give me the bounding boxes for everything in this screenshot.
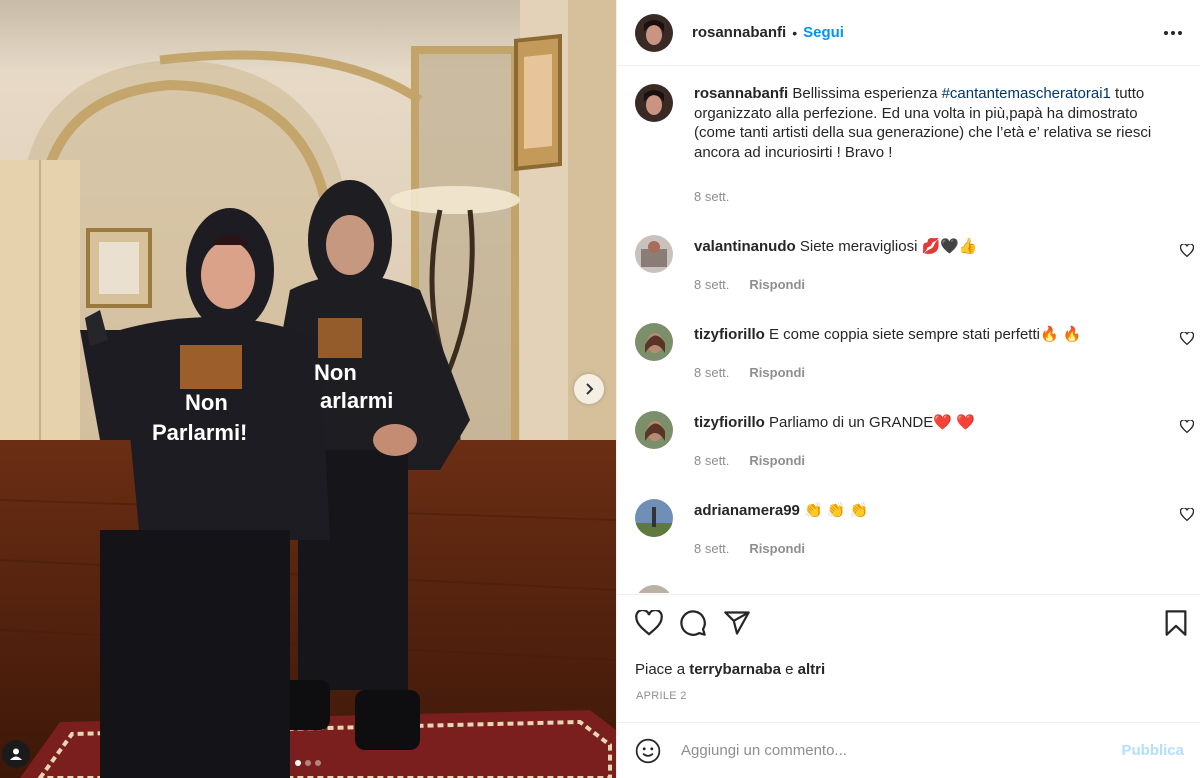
comment-like-icon[interactable] (1179, 243, 1195, 260)
likes-user[interactable]: terrybarnaba (689, 661, 781, 678)
comment-text: adrianamera99 👏 👏 👏 (694, 501, 1160, 521)
comment-username[interactable]: tizyfiorillo (694, 326, 765, 343)
comment-text: tizyfiorillo Parliamo di un GRANDE❤️ ❤️ (694, 413, 1160, 433)
commenter-avatar[interactable] (635, 499, 673, 537)
carousel-next-button[interactable] (574, 374, 604, 404)
comment-username[interactable]: valantinanudo (694, 238, 796, 255)
action-bar (635, 609, 1188, 637)
carousel-dot (305, 760, 311, 766)
comment-meta: 8 sett. Rispondi (694, 277, 805, 292)
carousel-dot (315, 760, 321, 766)
comment-text: valantinanudo Siete meravigliosi 💋🖤👍 (694, 237, 1160, 257)
likes-prefix: Piace a (635, 661, 690, 678)
likes-others[interactable]: altri (798, 661, 826, 678)
likes-summary: Piace a terrybarnaba e altri (635, 661, 825, 678)
comment-time: 8 sett. (694, 277, 730, 292)
avatar-image (635, 499, 673, 537)
comment-meta: 8 sett. Rispondi (694, 541, 805, 556)
comment-body: 👏 👏 👏 (799, 502, 869, 519)
comment-composer: Pubblica (617, 722, 1200, 778)
tagged-users-button[interactable] (2, 740, 30, 768)
comment-item: adrianamera99 👏 👏 👏 8 sett. Rispondi (635, 499, 1200, 569)
commenter-avatar[interactable] (635, 585, 673, 593)
post-side-panel: rosannabanfi • Segui rosannabanfi Bellis… (616, 0, 1200, 778)
comment-body: Siete meravigliosi 💋🖤👍 (795, 238, 978, 255)
post-actions: Piace a terrybarnaba e altri APRILE 2 (617, 594, 1200, 722)
chevron-right-icon (586, 383, 594, 395)
comment-time: 8 sett. (694, 453, 730, 468)
carousel-indicator (0, 760, 616, 766)
caption-text: rosannabanfi Bellissima esperienza #cant… (694, 84, 1160, 162)
comment-like-icon[interactable] (1179, 419, 1195, 436)
post-photo[interactable]: Non Parlarmi! Non arlarmi (0, 0, 616, 778)
comment-time: 8 sett. (694, 541, 730, 556)
reply-button[interactable]: Rispondi (749, 541, 805, 556)
comment-like-icon[interactable] (1179, 331, 1195, 348)
comment-icon[interactable] (679, 609, 707, 637)
comment-meta: 8 sett. Rispondi (694, 365, 805, 380)
comment-username[interactable]: adrianamera99 (694, 502, 800, 519)
comment-item: tizyfiorillo Parliamo di un GRANDE❤️ ❤️ … (635, 411, 1200, 481)
caption-time: 8 sett. (694, 189, 730, 204)
comment-time: 8 sett. (694, 365, 730, 380)
reply-button[interactable]: Rispondi (749, 453, 805, 468)
avatar-image (635, 323, 673, 361)
comment-body: Parliamo di un GRANDE❤️ ❤️ (764, 414, 975, 431)
likes-middle: e (780, 661, 798, 678)
author-username[interactable]: rosannabanfi (692, 24, 786, 41)
emoji-icon[interactable] (635, 738, 661, 764)
post-header: rosannabanfi • Segui (617, 0, 1200, 66)
comment-item: valantinanudo Siete meravigliosi 💋🖤👍 8 s… (635, 235, 1200, 305)
caption: rosannabanfi Bellissima esperienza #cant… (635, 84, 1200, 214)
caption-text-before: Bellissima esperienza (788, 85, 942, 102)
comment-item: tizyfiorillo E come coppia siete sempre … (635, 323, 1200, 393)
author-avatar[interactable] (635, 13, 673, 52)
reply-button[interactable]: Rispondi (749, 277, 805, 292)
more-options-icon[interactable] (1162, 25, 1184, 41)
post-date[interactable]: APRILE 2 (636, 690, 687, 702)
instagram-post-view: Non Parlarmi! Non arlarmi rosannabanfi •… (0, 0, 1200, 778)
commenter-avatar[interactable] (635, 235, 673, 273)
photo-scene: Non Parlarmi! Non arlarmi (0, 0, 616, 778)
publish-button[interactable]: Pubblica (1121, 742, 1184, 759)
user-tag-icon (10, 748, 22, 760)
caption-hashtag[interactable]: #cantantemascheratorai1 (942, 85, 1111, 102)
commenter-avatar[interactable] (635, 323, 673, 361)
avatar-image (635, 411, 673, 449)
commenter-avatar[interactable] (635, 411, 673, 449)
header-separator: • (792, 24, 798, 41)
comments-list[interactable]: rosannabanfi Bellissima esperienza #cant… (617, 67, 1200, 593)
comment-username[interactable]: tizyfiorillo (694, 414, 765, 431)
comment-item-partial (635, 585, 1200, 593)
carousel-dot (295, 760, 301, 766)
avatar-image (635, 84, 673, 122)
bookmark-icon[interactable] (1164, 609, 1188, 637)
comment-like-icon[interactable] (1179, 507, 1195, 524)
avatar-image (635, 13, 673, 52)
caption-username[interactable]: rosannabanfi (694, 85, 788, 102)
comment-input[interactable] (681, 742, 1114, 759)
share-icon[interactable] (723, 609, 751, 637)
avatar-image (635, 235, 673, 273)
reply-button[interactable]: Rispondi (749, 365, 805, 380)
follow-button[interactable]: Segui (803, 24, 844, 41)
caption-meta: 8 sett. (694, 189, 729, 204)
caption-avatar[interactable] (635, 84, 673, 122)
comment-body: E come coppia siete sempre stati perfett… (764, 326, 1082, 343)
heart-icon[interactable] (635, 610, 663, 636)
comment-text: tizyfiorillo E come coppia siete sempre … (694, 325, 1160, 345)
comment-meta: 8 sett. Rispondi (694, 453, 805, 468)
